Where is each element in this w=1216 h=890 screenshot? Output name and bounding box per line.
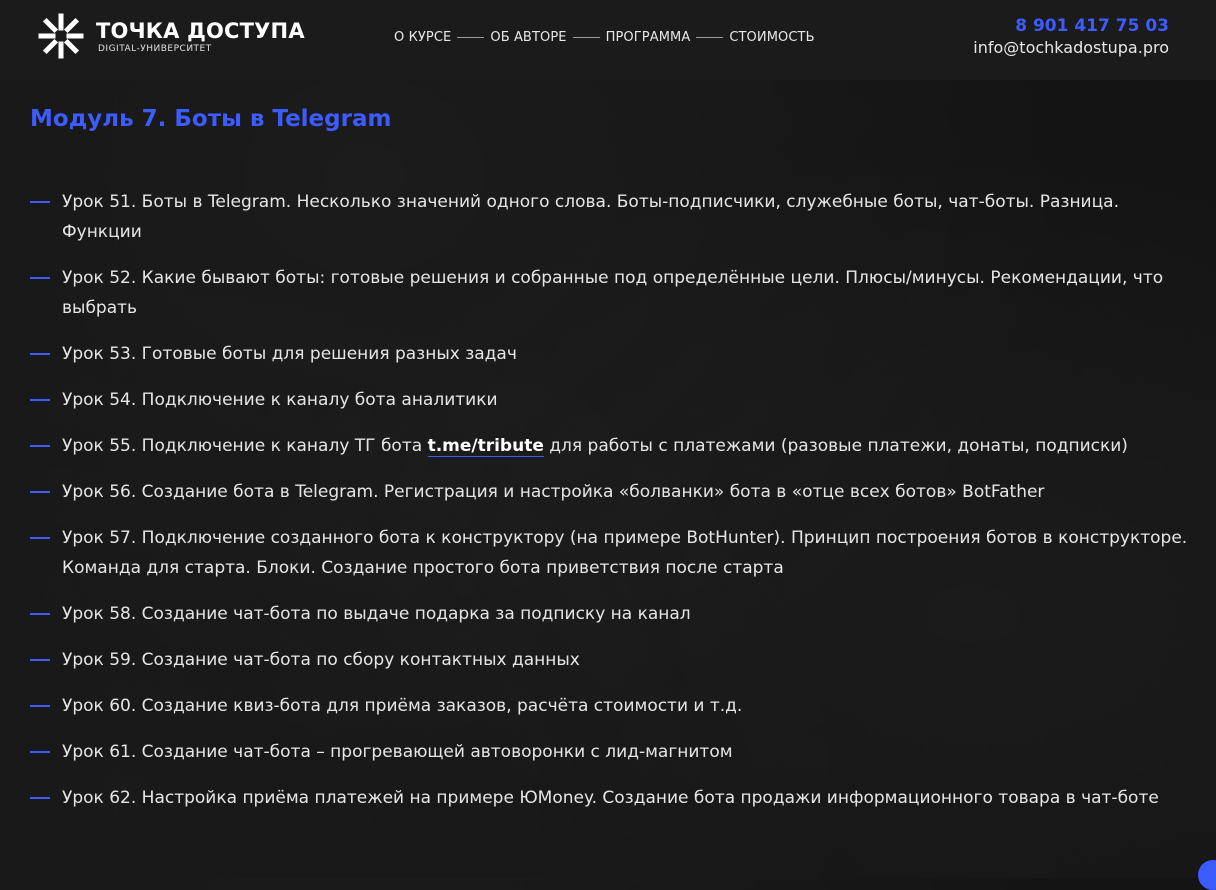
dash-bullet-icon: [30, 537, 50, 539]
list-item: Урок 59. Создание чат-бота по сбору конт…: [30, 645, 1202, 675]
lesson-text: Урок 58. Создание чат-бота по выдаче под…: [62, 604, 691, 624]
nav-item-about-author[interactable]: ОБ АВТОРЕ: [490, 30, 566, 45]
list-item: Урок 56. Создание бота в Telegram. Регис…: [30, 477, 1202, 507]
nav-separator: [457, 36, 485, 38]
logo-text: ТОЧКА ДОСТУПА DIGITAL-УНИВЕРСИТЕТ: [96, 19, 305, 54]
list-item: Урок 62. Настройка приёма платежей на пр…: [30, 783, 1202, 813]
list-item: Урок 54. Подключение к каналу бота анали…: [30, 385, 1202, 415]
site-header: ТОЧКА ДОСТУПА DIGITAL-УНИВЕРСИТЕТ О КУРС…: [0, 0, 1216, 80]
list-item: Урок 60. Создание квиз-бота для приёма з…: [30, 691, 1202, 721]
dash-bullet-icon: [30, 277, 50, 279]
lesson-text: Урок 62. Настройка приёма платежей на пр…: [62, 788, 1159, 808]
dash-bullet-icon: [30, 353, 50, 355]
nav-item-program[interactable]: ПРОГРАММА: [606, 30, 691, 45]
lesson-text: Урок 52. Какие бывают боты: готовые реше…: [62, 268, 1164, 318]
lesson-text-after: для работы с платежами (разовые платежи,…: [543, 436, 1128, 456]
lesson-text: Урок 61. Создание чат-бота – прогревающе…: [62, 742, 733, 762]
logo[interactable]: ТОЧКА ДОСТУПА DIGITAL-УНИВЕРСИТЕТ: [36, 11, 305, 61]
lesson-list: Урок 51. Боты в Telegram. Несколько знач…: [30, 187, 1202, 829]
dash-bullet-icon: [30, 399, 50, 401]
dash-bullet-icon: [30, 751, 50, 753]
nav-separator: [572, 36, 600, 38]
dash-bullet-icon: [30, 201, 50, 203]
list-item: Урок 55. Подключение к каналу ТГ бота t.…: [30, 431, 1202, 461]
dash-bullet-icon: [30, 613, 50, 615]
lesson-text: Урок 53. Готовые боты для решения разных…: [62, 344, 517, 364]
list-item: Урок 57. Подключение созданного бота к к…: [30, 523, 1202, 583]
logo-subtitle: DIGITAL-УНИВЕРСИТЕТ: [98, 43, 212, 54]
lesson-text: Урок 57. Подключение созданного бота к к…: [62, 528, 1188, 578]
list-item: Урок 58. Создание чат-бота по выдаче под…: [30, 599, 1202, 629]
logo-title: ТОЧКА ДОСТУПА: [96, 18, 305, 43]
list-item: Урок 52. Какие бывают боты: готовые реше…: [30, 263, 1202, 323]
phone-link[interactable]: 8 901 417 75 03: [973, 15, 1169, 37]
dash-bullet-icon: [30, 445, 50, 447]
list-item: Урок 53. Готовые боты для решения разных…: [30, 339, 1202, 369]
list-item: Урок 61. Создание чат-бота – прогревающе…: [30, 737, 1202, 767]
dash-bullet-icon: [30, 797, 50, 799]
dash-bullet-icon: [30, 705, 50, 707]
dash-bullet-icon: [30, 659, 50, 661]
lesson-text: Урок 51. Боты в Telegram. Несколько знач…: [62, 192, 1119, 242]
lesson-text: Урок 59. Создание чат-бота по сбору конт…: [62, 650, 580, 670]
nav-item-price[interactable]: СТОИМОСТЬ: [729, 30, 814, 45]
lesson-text: Урок 60. Создание квиз-бота для приёма з…: [62, 696, 743, 716]
module-title: Модуль 7. Боты в Telegram: [30, 106, 392, 132]
starburst-logo-icon: [38, 13, 84, 59]
chat-bubble-icon[interactable]: [1198, 860, 1216, 890]
dash-bullet-icon: [30, 491, 50, 493]
main-nav: О КУРСЕ ОБ АВТОРЕ ПРОГРАММА СТОИМОСТЬ: [394, 28, 815, 46]
email-link[interactable]: info@tochkadostupa.pro: [973, 37, 1169, 59]
list-item: Урок 51. Боты в Telegram. Несколько знач…: [30, 187, 1202, 247]
lesson-text-before: Урок 55. Подключение к каналу ТГ бота: [62, 436, 428, 456]
lesson-text: Урок 56. Создание бота в Telegram. Регис…: [62, 482, 1045, 502]
nav-item-about-course[interactable]: О КУРСЕ: [394, 30, 451, 45]
lesson-text: Урок 54. Подключение к каналу бота анали…: [62, 390, 498, 410]
contacts: 8 901 417 75 03 info@tochkadostupa.pro: [973, 15, 1169, 59]
nav-separator: [696, 36, 724, 38]
tribute-link[interactable]: t.me/tribute: [427, 436, 544, 457]
